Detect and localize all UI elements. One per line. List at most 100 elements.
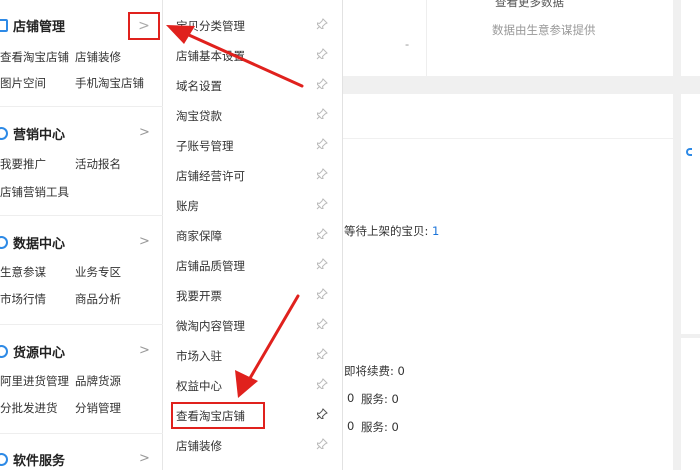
- divider: [0, 433, 163, 434]
- menu-item-label: 账房: [176, 199, 199, 213]
- menu-item-label: 店铺经营许可: [176, 169, 245, 183]
- menu-item[interactable]: 微淘内容管理: [163, 310, 343, 340]
- service-count: 服务: 0: [361, 420, 399, 434]
- divider: [0, 215, 163, 216]
- sidebar-link[interactable]: 活动报名: [75, 156, 121, 172]
- pin-icon[interactable]: [316, 48, 328, 60]
- chevron-right-icon[interactable]: >: [139, 125, 150, 140]
- pin-icon[interactable]: [316, 378, 328, 390]
- section-title: 营销中心: [13, 128, 66, 143]
- menu-item[interactable]: 子账号管理: [163, 130, 343, 160]
- annotation-highlight-box: [171, 402, 265, 429]
- menu-item[interactable]: 商家保障: [163, 220, 343, 250]
- menu-item[interactable]: 权益中心: [163, 370, 343, 400]
- menu-item-label: 我要开票: [176, 289, 222, 303]
- more-data-link[interactable]: 查看更多数据: [495, 0, 564, 10]
- menu-item-label: 微淘内容管理: [176, 319, 245, 333]
- section-title: 数据中心: [13, 237, 66, 252]
- section-marketing: 营销中心 > 我要推广 活动报名 店铺营销工具: [0, 122, 163, 199]
- chevron-right-icon[interactable]: >: [139, 234, 150, 249]
- side-panel: [681, 0, 700, 76]
- left-sidebar: 店铺管理 > 查看淘宝店铺 店铺装修 图片空间 手机淘宝店铺 营销中心 > 我要…: [0, 0, 163, 470]
- menu-item[interactable]: 店铺品质管理: [163, 250, 343, 280]
- service-count: 服务: 0: [361, 392, 399, 406]
- menu-item-label: 店铺基本设置: [176, 49, 245, 63]
- sidebar-link[interactable]: 业务专区: [75, 264, 121, 280]
- renew-status: 即将续费: 0: [344, 364, 405, 378]
- sidebar-link[interactable]: 店铺装修: [75, 49, 121, 65]
- sidebar-link[interactable]: 手机淘宝店铺: [75, 75, 144, 91]
- menu-item[interactable]: 我要开票: [163, 280, 343, 310]
- pin-icon[interactable]: [316, 168, 328, 180]
- sidebar-link[interactable]: 生意参谋: [0, 264, 46, 280]
- pending-items: 等待上架的宝贝: 1: [344, 224, 440, 238]
- section-title: 软件服务: [13, 454, 66, 469]
- sidebar-link[interactable]: 分销管理: [75, 400, 121, 416]
- sidebar-link[interactable]: 我要推广: [0, 156, 46, 172]
- data-center-icon: [0, 236, 8, 249]
- sidebar-link[interactable]: 分批发进货: [0, 400, 58, 416]
- divider: [0, 324, 163, 325]
- pending-count-link[interactable]: 1: [432, 224, 439, 238]
- section-header[interactable]: 营销中心 >: [0, 122, 163, 146]
- chevron-right-icon[interactable]: >: [128, 12, 160, 40]
- menu-item-label: 市场入驻: [176, 349, 222, 363]
- chevron-right-icon[interactable]: >: [139, 451, 150, 466]
- data-source-note: 数据由生意参谋提供: [492, 23, 596, 37]
- marketing-icon: [0, 127, 8, 140]
- pin-icon[interactable]: [316, 228, 328, 240]
- chevron-right-icon[interactable]: >: [139, 343, 150, 358]
- supply-center-icon: [0, 345, 8, 358]
- pin-icon[interactable]: [316, 288, 328, 300]
- menu-item[interactable]: 店铺基本设置: [163, 40, 343, 70]
- section-title: 店铺管理: [13, 20, 66, 35]
- section-data-center: 数据中心 > 生意参谋 业务专区 市场行情 商品分析: [0, 231, 163, 306]
- menu-item[interactable]: 宝贝分类管理: [163, 10, 343, 40]
- pin-icon[interactable]: [316, 318, 328, 330]
- menu-item-label: 淘宝贷款: [176, 109, 222, 123]
- software-icon: [0, 453, 8, 466]
- right-panel-lower: [681, 338, 700, 470]
- section-supply-center: 货源中心 > 阿里进货管理 品牌货源 分批发进货 分销管理: [0, 340, 163, 415]
- pin-icon[interactable]: [316, 138, 328, 150]
- sidebar-link[interactable]: 市场行情: [0, 291, 46, 307]
- sidebar-link[interactable]: 品牌货源: [75, 373, 121, 389]
- menu-item[interactable]: 查看淘宝店铺: [163, 400, 343, 430]
- section-store-management: 店铺管理 > 查看淘宝店铺 店铺装修 图片空间 手机淘宝店铺: [0, 12, 163, 90]
- section-title: 货源中心: [13, 346, 66, 361]
- pin-icon[interactable]: [316, 408, 328, 420]
- menu-item[interactable]: 店铺经营许可: [163, 160, 343, 190]
- pin-icon[interactable]: [316, 348, 328, 360]
- menu-item-label: 域名设置: [176, 79, 222, 93]
- sidebar-link[interactable]: 查看淘宝店铺: [0, 49, 69, 65]
- store-icon: [0, 19, 8, 32]
- section-header[interactable]: 软件服务 >: [0, 448, 163, 470]
- section-header[interactable]: 数据中心 >: [0, 231, 163, 255]
- pin-icon[interactable]: [316, 438, 328, 450]
- menu-item[interactable]: 市场入驻: [163, 340, 343, 370]
- menu-item[interactable]: 账房: [163, 190, 343, 220]
- store-management-flyout: 宝贝分类管理店铺基本设置 域名设置淘宝贷款子账号管理店铺经营许可 账房商家保障店铺品…: [163, 0, 343, 470]
- pin-icon[interactable]: [316, 18, 328, 30]
- section-header-bar: [343, 94, 673, 138]
- sidebar-link[interactable]: 图片空间: [0, 75, 46, 91]
- menu-item-label: 商家保障: [176, 229, 222, 243]
- menu-item[interactable]: 淘宝贷款: [163, 100, 343, 130]
- sidebar-link[interactable]: 商品分析: [75, 291, 121, 307]
- menu-item[interactable]: 域名设置: [163, 70, 343, 100]
- section-header[interactable]: 货源中心 >: [0, 340, 163, 364]
- pin-icon[interactable]: [316, 258, 328, 270]
- main-content: - 查看更多数据 数据由生意参谋提供 等待上架的宝贝: 1 即将续费: 0 0 …: [343, 0, 700, 470]
- stat-value: 0: [347, 419, 355, 433]
- pin-icon[interactable]: [316, 198, 328, 210]
- sidebar-link[interactable]: 店铺营销工具: [0, 184, 69, 200]
- stat-value: 0: [347, 391, 355, 405]
- store-overview-panel: 等待上架的宝贝: 1 即将续费: 0 0 服务: 0 0 服务: 0: [343, 139, 673, 470]
- section-header[interactable]: 店铺管理 >: [0, 12, 163, 40]
- menu-item[interactable]: 店铺装修: [163, 430, 343, 460]
- menu-item-label: 店铺品质管理: [176, 259, 245, 273]
- pin-icon[interactable]: [316, 108, 328, 120]
- sidebar-link[interactable]: 阿里进货管理: [0, 373, 69, 389]
- section-software-services: 软件服务 >: [0, 448, 163, 470]
- pin-icon[interactable]: [316, 78, 328, 90]
